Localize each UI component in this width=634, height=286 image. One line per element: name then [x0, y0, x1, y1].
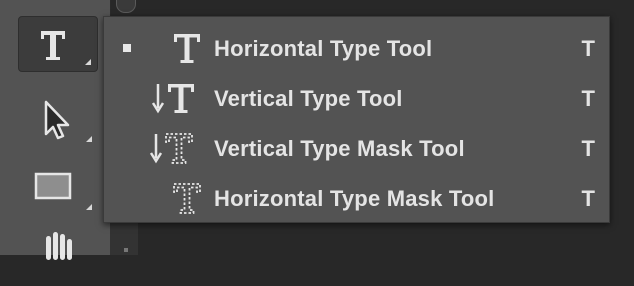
menu-item-label: Vertical Type Tool — [214, 86, 403, 111]
tools-panel — [0, 0, 111, 260]
menu-item-horizontal-type-mask-tool[interactable]: Horizontal Type Mask Tool T — [104, 172, 609, 222]
vertical-type-icon — [151, 84, 194, 114]
panel-collapse-handle[interactable] — [116, 0, 136, 13]
flyout-indicator — [86, 204, 92, 210]
menu-item-label: Horizontal Type Mask Tool — [214, 186, 495, 211]
menu-item-vertical-type-mask-tool[interactable]: Vertical Type Mask Tool T — [104, 122, 609, 172]
selected-bullet-icon — [123, 44, 131, 52]
type-tool-button[interactable] — [18, 16, 98, 72]
ruler-mark — [124, 248, 128, 252]
move-tool-button[interactable] — [18, 92, 98, 148]
menu-item-shortcut: T — [581, 36, 595, 61]
menu-item-label: Horizontal Type Tool — [214, 36, 433, 61]
menu-item-horizontal-type-tool[interactable]: Horizontal Type Tool T — [104, 22, 609, 72]
menu-item-shortcut: T — [581, 136, 595, 161]
type-tools-flyout-menu: Horizontal Type Tool T Vertical Type Too… — [103, 16, 610, 223]
flyout-indicator — [85, 59, 91, 65]
horizontal-type-icon — [174, 34, 200, 63]
menu-item-shortcut: T — [581, 186, 595, 211]
menu-item-label: Vertical Type Mask Tool — [214, 136, 465, 161]
flyout-indicator — [86, 136, 92, 142]
menu-item-shortcut: T — [581, 86, 595, 111]
horizontal-type-mask-icon — [173, 183, 201, 214]
hand-tool-button[interactable] — [18, 230, 98, 286]
vertical-type-mask-icon — [149, 133, 193, 164]
rectangle-tool-button[interactable] — [18, 160, 98, 216]
hand-icon — [46, 232, 72, 260]
menu-item-vertical-type-tool[interactable]: Vertical Type Tool T — [104, 72, 609, 122]
